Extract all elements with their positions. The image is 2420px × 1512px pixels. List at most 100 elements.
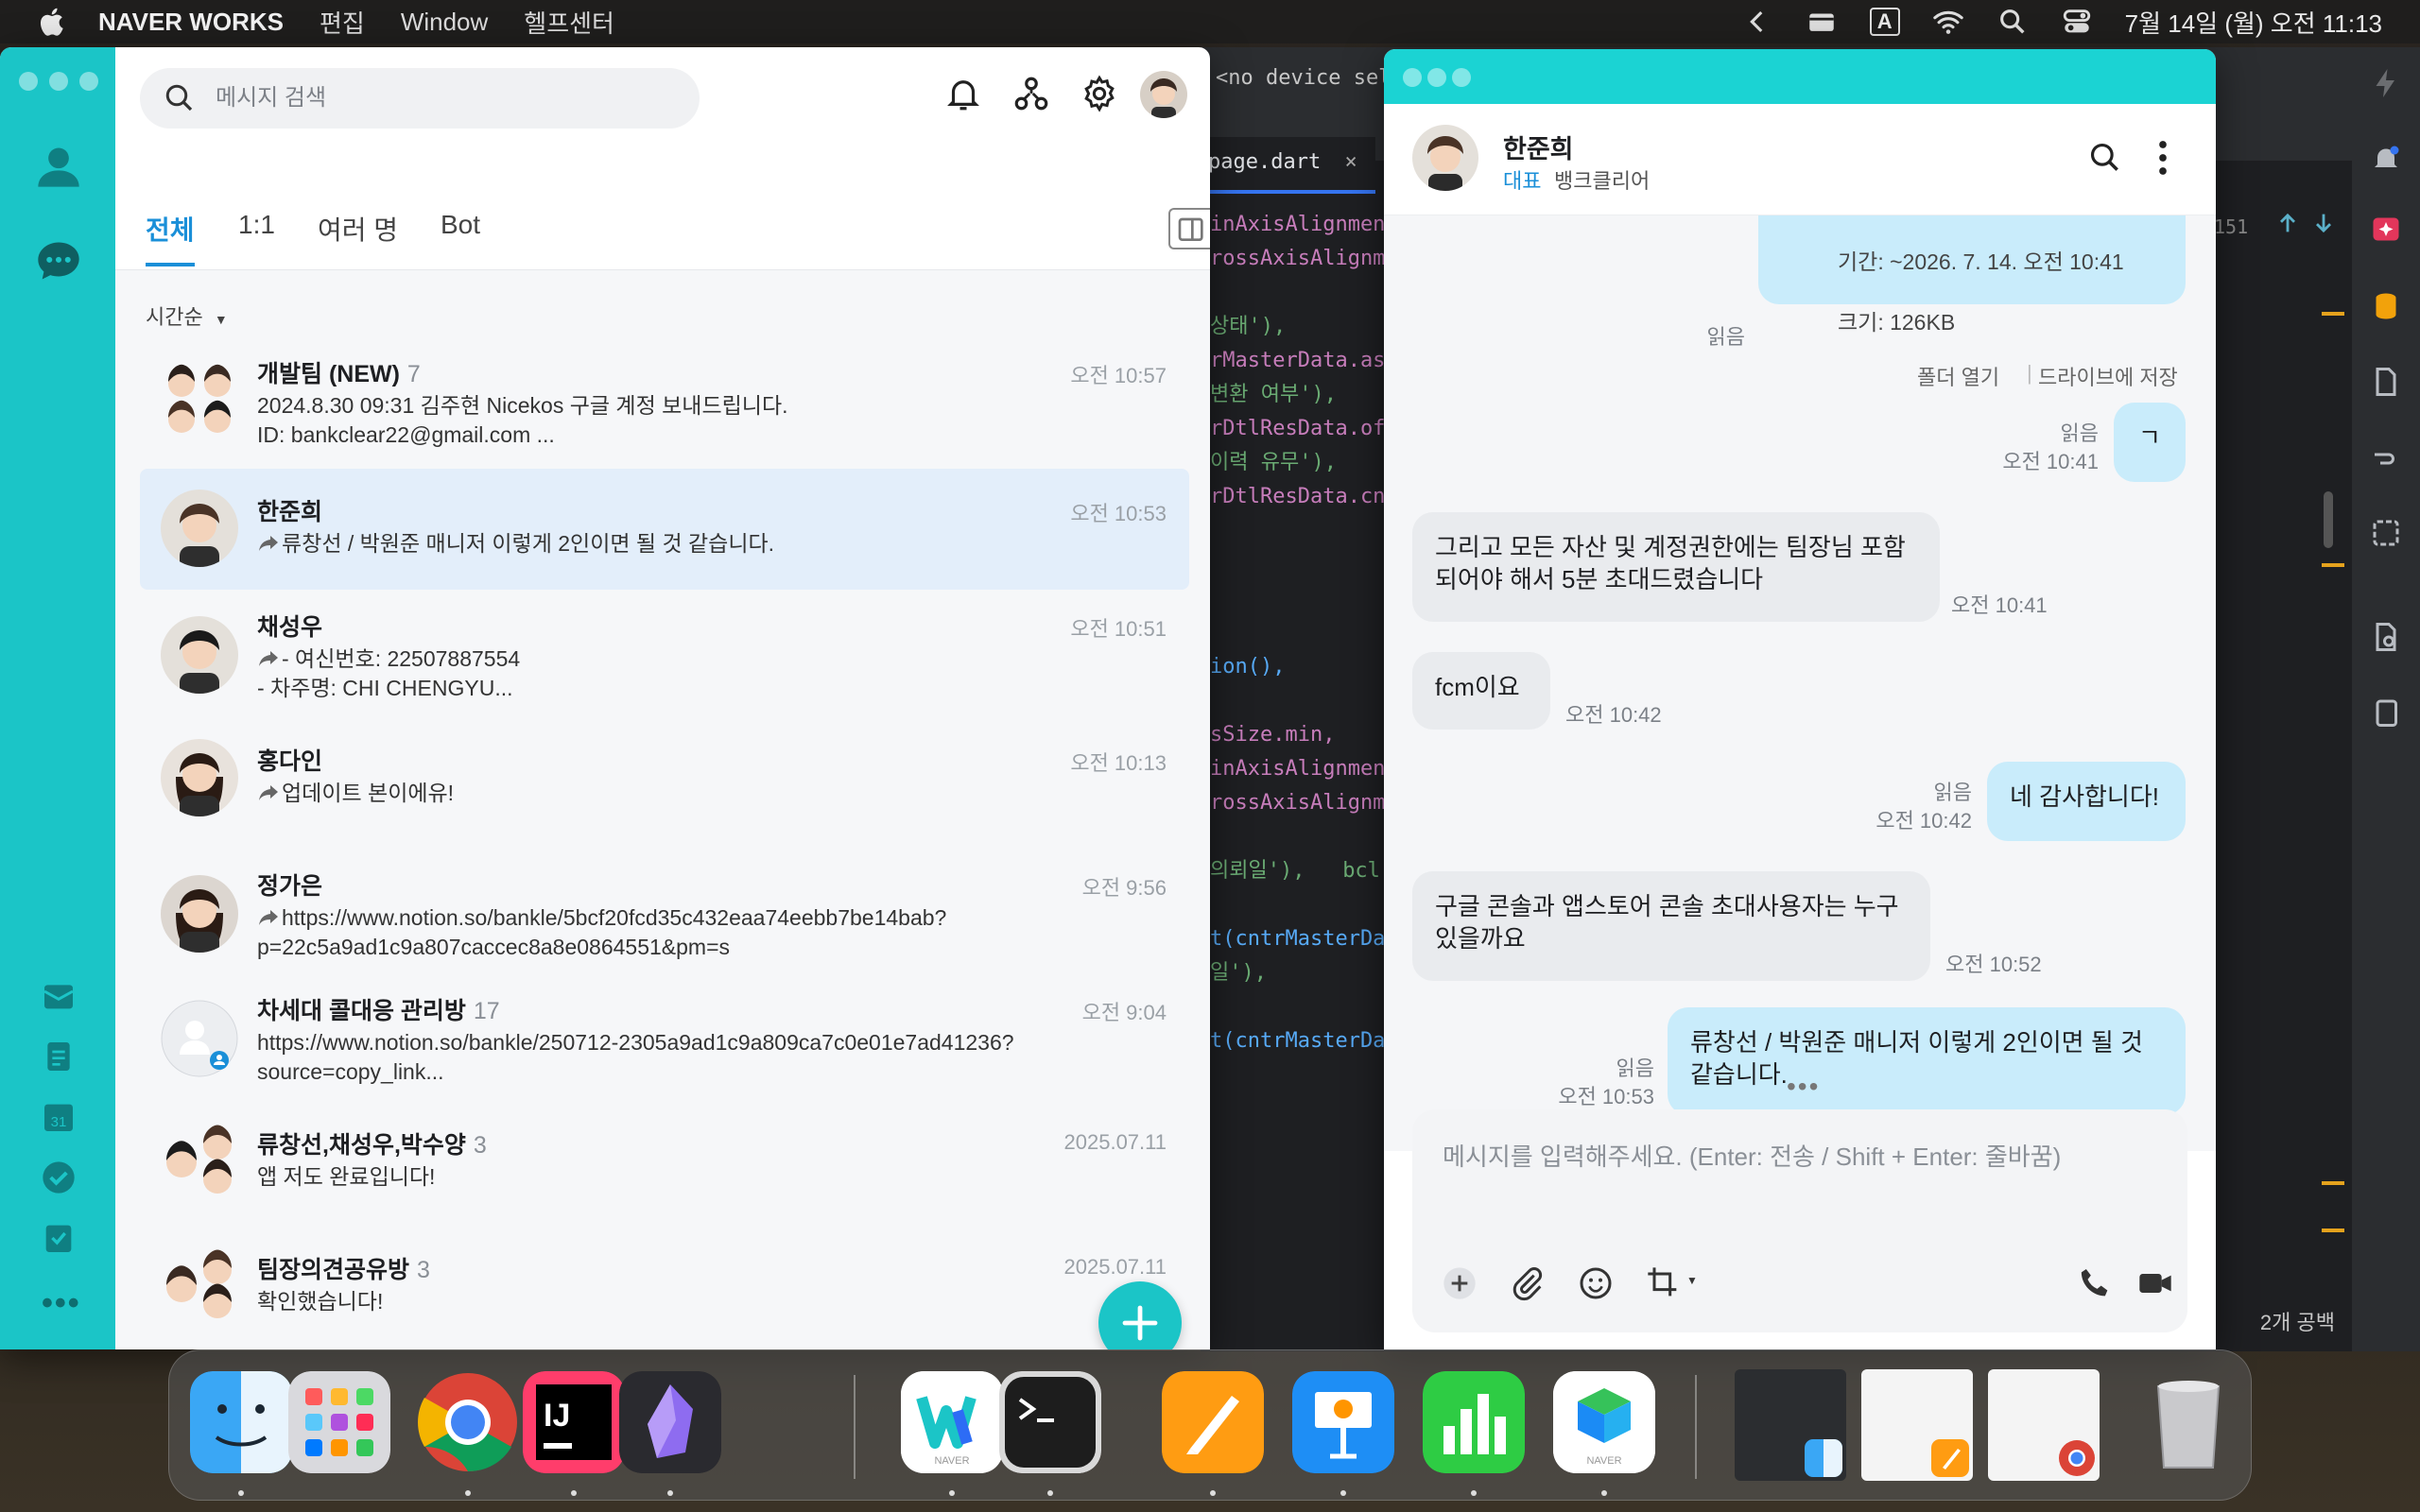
code-line[interactable]: rossAxisAlignm: [1210, 242, 1385, 276]
more-apps-button[interactable]: •••: [42, 1285, 81, 1322]
dock-intellij[interactable]: IJ: [523, 1371, 625, 1473]
code-line[interactable]: sSize.min,: [1210, 718, 1385, 752]
window-zoom-button[interactable]: [79, 72, 98, 91]
contacts-nav[interactable]: [34, 142, 83, 191]
device-selector[interactable]: <no device sele: [1216, 66, 1404, 90]
wifi-icon[interactable]: [1932, 6, 1964, 38]
chat-room-item[interactable]: 한준희 오전 10:53 류창선 / 박원준 매니저 이렇게 2인이면 될 것 같습…: [140, 469, 1189, 590]
dock-naver[interactable]: NAVER: [1553, 1371, 1655, 1473]
database-icon[interactable]: [2369, 289, 2403, 323]
tasks-nav[interactable]: [40, 1159, 78, 1196]
app-inspection-icon[interactable]: [2369, 620, 2403, 654]
code-line[interactable]: [1210, 990, 1385, 1024]
add-attachment-button[interactable]: [1441, 1264, 1478, 1302]
mail-nav[interactable]: [40, 977, 78, 1015]
dock-keynote[interactable]: [1292, 1371, 1394, 1473]
room-avatar[interactable]: [161, 490, 238, 567]
layout-inspector-icon[interactable]: [2369, 516, 2403, 550]
dock-chrome[interactable]: [417, 1371, 519, 1473]
video-call-button[interactable]: [2136, 1264, 2174, 1302]
settings-button[interactable]: [1080, 74, 1119, 113]
dock-minimized-document[interactable]: [1861, 1369, 1973, 1481]
flash-icon[interactable]: [2369, 66, 2403, 100]
org-chart-button[interactable]: [1011, 74, 1051, 113]
code-line[interactable]: 의뢰일'), bcl: [1210, 854, 1385, 888]
message-bubble-sent[interactable]: 네 감사합니다!: [1987, 762, 2186, 841]
code-line[interactable]: ion(),: [1210, 650, 1385, 684]
file-message-card[interactable]: 기간: ~2026. 7. 14. 오전 10:41 크기: 126KB: [1758, 215, 2186, 335]
notification-button[interactable]: [943, 74, 983, 113]
spotlight-search-icon[interactable]: [1996, 6, 2029, 38]
code-line[interactable]: [1210, 616, 1385, 650]
room-avatar[interactable]: [161, 616, 238, 694]
editor-scrollbar[interactable]: [2324, 491, 2333, 548]
dock-pages[interactable]: [1162, 1371, 1264, 1473]
code-line[interactable]: t(cntrMasterDa: [1210, 922, 1385, 956]
code-line[interactable]: 이력 유무'),: [1210, 446, 1385, 480]
chat-room-item[interactable]: 채성우 오전 10:51 - 여신번호: 22507887554 - 차주명: CH…: [140, 593, 1189, 714]
dock-numbers[interactable]: [1423, 1371, 1525, 1473]
window-minimize-button[interactable]: [49, 72, 68, 91]
dock-minimized-ide[interactable]: [1735, 1369, 1846, 1481]
clipboard-icon[interactable]: [2369, 696, 2403, 730]
chat-room-item[interactable]: 류창선,채성우,박수양 3 2025.07.11 앱 저도 완료입니다!: [140, 1102, 1189, 1223]
tab-all[interactable]: 전체: [146, 210, 195, 248]
dock-naver-works[interactable]: NAVER: [901, 1371, 1003, 1473]
tab-bot[interactable]: Bot: [441, 210, 480, 240]
ai-assistant-icon[interactable]: [2369, 214, 2403, 248]
chat-room-item[interactable]: 차세대 콜대응 관리방 17 오전 9:04 https://www.notion.s…: [140, 977, 1189, 1098]
code-line[interactable]: inAxisAlignmen: [1210, 752, 1385, 786]
panel-toggle-button[interactable]: [1168, 208, 1210, 249]
window-close-button[interactable]: [19, 72, 38, 91]
open-folder-link[interactable]: 폴더 열기: [1917, 361, 1999, 391]
board-nav[interactable]: [40, 1038, 78, 1075]
message-input[interactable]: [1443, 1138, 2161, 1213]
code-line[interactable]: [1210, 820, 1385, 854]
save-to-drive-link[interactable]: 드라이브에 저장: [2038, 361, 2178, 391]
code-line[interactable]: [1210, 684, 1385, 718]
ide-file-tab[interactable]: page.dart ×: [1201, 137, 1375, 194]
calendar-nav[interactable]: 31: [40, 1098, 78, 1136]
chat-room-item[interactable]: 개발팀 (NEW) 7 오전 10:57 2024.8.30 09:31 김주현 Ni…: [140, 340, 1189, 461]
code-line[interactable]: rMasterData.as: [1210, 344, 1385, 378]
voice-call-button[interactable]: [2076, 1264, 2114, 1302]
message-search-bar[interactable]: [140, 68, 700, 129]
code-editor[interactable]: inAxisAlignmen rossAxisAlignm 상태'), rMaster…: [1210, 208, 1385, 1058]
code-line[interactable]: [1210, 582, 1385, 616]
capture-button[interactable]: ▼: [1645, 1264, 1705, 1302]
tab-group[interactable]: 여러 명: [318, 210, 398, 248]
more-options-icon[interactable]: [2155, 138, 2170, 178]
message-bubble-sent[interactable]: ㄱ: [2114, 403, 2186, 482]
message-bubble-received[interactable]: 구글 콘솔과 앱스토어 콘솔 초대사용자는 누구 있을까요: [1412, 871, 1930, 981]
notifications-icon[interactable]: [2369, 142, 2403, 176]
link-icon[interactable]: [2369, 440, 2403, 474]
indent-status[interactable]: 2개 공백: [2260, 1306, 2335, 1336]
card-icon[interactable]: [1806, 6, 1838, 38]
room-avatar[interactable]: [161, 739, 238, 816]
menu-help-center[interactable]: 헬프센터: [524, 5, 614, 40]
emoji-button[interactable]: [1577, 1264, 1615, 1302]
chat-search-icon[interactable]: [2087, 140, 2123, 176]
message-bubble-received[interactable]: 그리고 모든 자산 및 계정권한에는 팀장님 포함 되어야 해서 5분 초대드렸…: [1412, 512, 1940, 622]
message-search-input[interactable]: [216, 85, 669, 112]
code-line[interactable]: [1210, 276, 1385, 310]
approval-nav[interactable]: [40, 1219, 78, 1257]
tab-one-on-one[interactable]: 1:1: [238, 210, 275, 240]
code-line[interactable]: rDtlResData.cn: [1210, 480, 1385, 514]
arrow-up-icon[interactable]: [2274, 210, 2301, 236]
room-avatar[interactable]: [161, 1000, 238, 1077]
code-line[interactable]: [1210, 514, 1385, 548]
dock-trash[interactable]: [2137, 1371, 2239, 1473]
room-avatar[interactable]: [161, 1123, 238, 1200]
control-center-icon[interactable]: [2061, 6, 2093, 38]
code-line[interactable]: 상태'),: [1210, 310, 1385, 344]
dock-terminal[interactable]: [999, 1371, 1101, 1473]
menu-edit[interactable]: 편집: [320, 5, 365, 40]
code-line[interactable]: inAxisAlignmen: [1210, 208, 1385, 242]
code-line[interactable]: [1210, 888, 1385, 922]
dock-finder[interactable]: [190, 1371, 292, 1473]
code-line[interactable]: 일'),: [1210, 956, 1385, 990]
chevron-left-icon[interactable]: [1741, 6, 1773, 38]
code-line[interactable]: rossAxisAlignm: [1210, 786, 1385, 820]
chat-room-item[interactable]: 홍다인 오전 10:13 업데이트 본이에유!: [140, 718, 1189, 839]
